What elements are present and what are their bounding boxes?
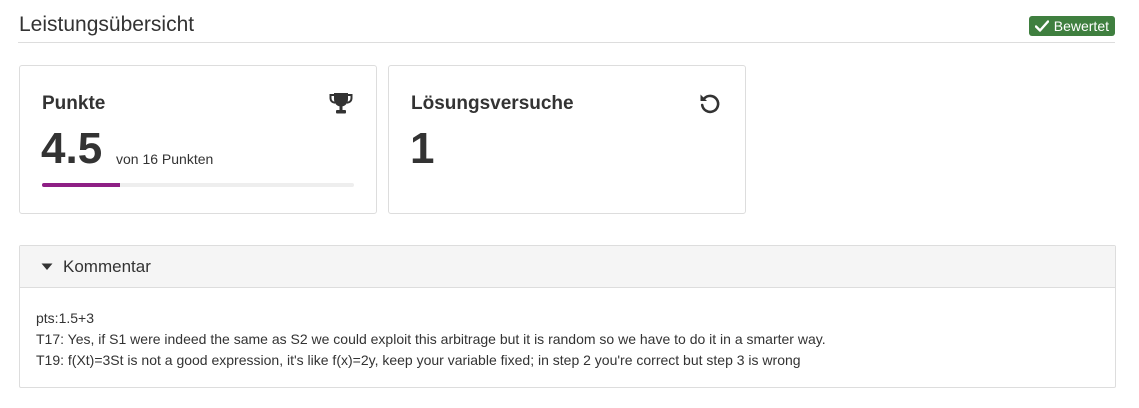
points-title: Punkte [42, 93, 106, 114]
page-title: Leistungsübersicht [19, 13, 195, 36]
status-badge: Bewertet [1028, 16, 1115, 36]
attempts-card: Lösungsversuche 1 [388, 65, 746, 214]
header: Leistungsübersicht Bewertet [18, 10, 1115, 43]
comment-line: T19: f(Xt)=3St is not a good expression,… [36, 352, 801, 368]
comment-panel: Kommentar pts:1.5+3 T17: Yes, if S1 were… [19, 245, 1116, 388]
attempts-title: Lösungsversuche [411, 93, 574, 114]
comment-header-label: Kommentar [63, 256, 151, 276]
comment-line: pts:1.5+3 [36, 310, 94, 326]
comment-body: pts:1.5+3 T17: Yes, if S1 were indeed th… [20, 288, 1115, 371]
trophy-icon [329, 93, 353, 114]
attempts-value: 1 [410, 124, 435, 173]
points-progress-fill [42, 183, 120, 187]
comment-line: T17: Yes, if S1 were indeed the same as … [36, 331, 826, 347]
comment-toggle[interactable]: Kommentar [20, 246, 1115, 288]
status-badge-label: Bewertet [1053, 18, 1109, 34]
points-card: Punkte 4.5 von 16 Punkten [19, 65, 377, 214]
caret-down-icon [41, 263, 53, 270]
points-max-label: von 16 Punkten [116, 151, 214, 167]
points-progress-bar [42, 183, 354, 187]
points-value: 4.5 [41, 124, 103, 173]
checkmark-icon [1034, 20, 1049, 32]
retry-icon [700, 94, 720, 114]
